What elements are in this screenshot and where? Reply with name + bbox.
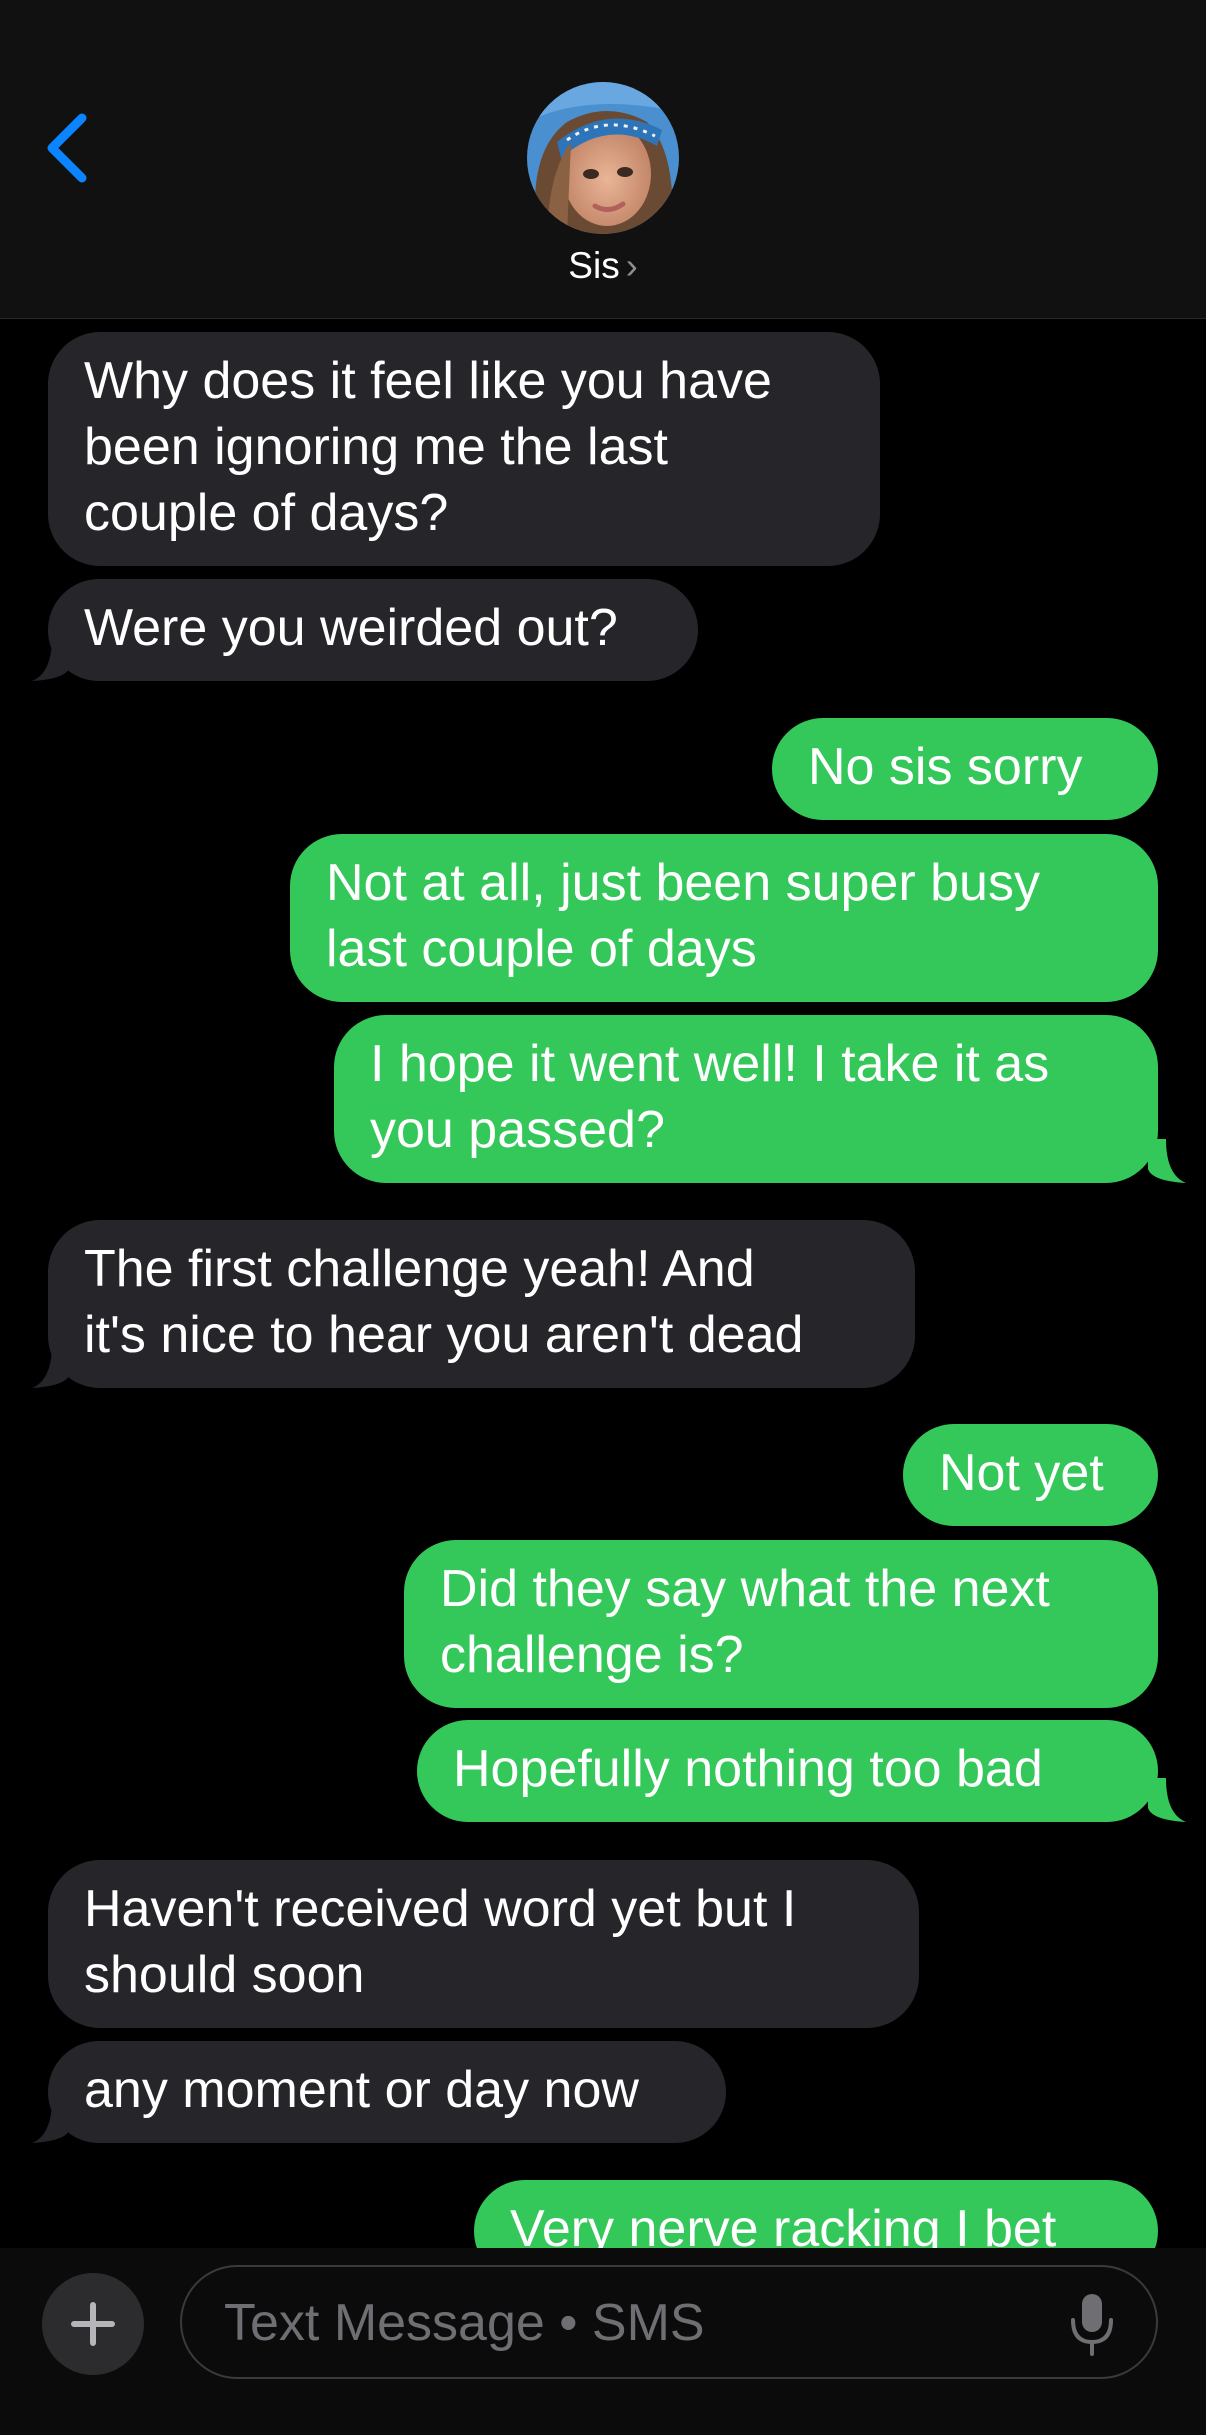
incoming-message-bubble[interactable]: any moment or day now [48, 2041, 726, 2143]
message-text-line: No sis sorry [808, 738, 1083, 796]
contact-name-row[interactable]: Sis › [0, 245, 1206, 287]
message-text-line: it's nice to hear you aren't dead [84, 1306, 804, 1364]
message-text-line: challenge is? [440, 1626, 744, 1684]
microphone-icon[interactable] [1067, 2290, 1117, 2358]
conversation-header: Sis › [0, 0, 1206, 319]
incoming-bubble-tail [32, 2099, 70, 2143]
incoming-bubble-tail [32, 1344, 70, 1388]
message-text-line: I hope it went well! I take it as [370, 1035, 1050, 1093]
message-text-line: Why does it feel like you have [84, 352, 772, 410]
message-text-line: Hopefully nothing too bad [453, 1740, 1043, 1798]
message-text-line: Were you weirded out? [84, 599, 618, 657]
incoming-message-bubble[interactable]: Haven't received word yet but I should so… [48, 1860, 919, 2028]
message-text-line: Very nerve racking I bet [510, 2200, 1057, 2248]
incoming-message-bubble[interactable]: Were you weirded out? [48, 579, 698, 681]
incoming-bubble-tail [32, 637, 70, 681]
message-text-line: any moment or day now [84, 2061, 639, 2119]
chevron-right-icon: › [625, 245, 638, 286]
message-text-line: last couple of days [326, 920, 757, 978]
message-text-line: should soon [84, 1946, 365, 2004]
message-text-line: been ignoring me the last [84, 418, 668, 476]
message-text-line: Did they say what the next [440, 1560, 1050, 1618]
outgoing-message-bubble[interactable]: Hopefully nothing too bad [417, 1720, 1158, 1822]
message-thread[interactable]: Why does it feel like you have been ignor… [0, 318, 1206, 2248]
outgoing-message-bubble[interactable]: Not at all, just been super busy last cou… [290, 834, 1158, 1002]
outgoing-message-bubble[interactable]: Did they say what the next challenge is? [404, 1540, 1158, 1708]
message-text-line: The first challenge yeah! And [84, 1240, 755, 1298]
message-text-line: Not yet [939, 1444, 1104, 1502]
plus-icon [71, 2302, 115, 2346]
outgoing-message-bubble[interactable]: I hope it went well! I take it as you pas… [334, 1015, 1158, 1183]
outgoing-message-bubble[interactable]: No sis sorry [772, 718, 1158, 820]
message-text-line: Haven't received word yet but I [84, 1880, 797, 1938]
contact-avatar[interactable] [527, 82, 679, 234]
incoming-message-bubble[interactable]: The first challenge yeah! And it's nice t… [48, 1220, 915, 1388]
message-text-line: Not at all, just been super busy [326, 854, 1040, 912]
outgoing-message-bubble[interactable]: Very nerve racking I bet [474, 2180, 1158, 2248]
contact-name[interactable]: Sis [568, 245, 619, 286]
incoming-message-bubble[interactable]: Why does it feel like you have been ignor… [48, 332, 880, 566]
message-input[interactable] [222, 2281, 1046, 2365]
outgoing-bubble-tail [1148, 1139, 1186, 1183]
message-text-line: you passed? [370, 1101, 665, 1159]
back-chevron-icon[interactable] [38, 108, 98, 188]
outgoing-message-bubble[interactable]: Not yet [903, 1424, 1158, 1526]
message-field[interactable] [180, 2265, 1158, 2379]
message-text-line: couple of days? [84, 484, 449, 542]
outgoing-bubble-tail [1148, 1778, 1186, 1822]
plus-button[interactable] [42, 2273, 144, 2375]
